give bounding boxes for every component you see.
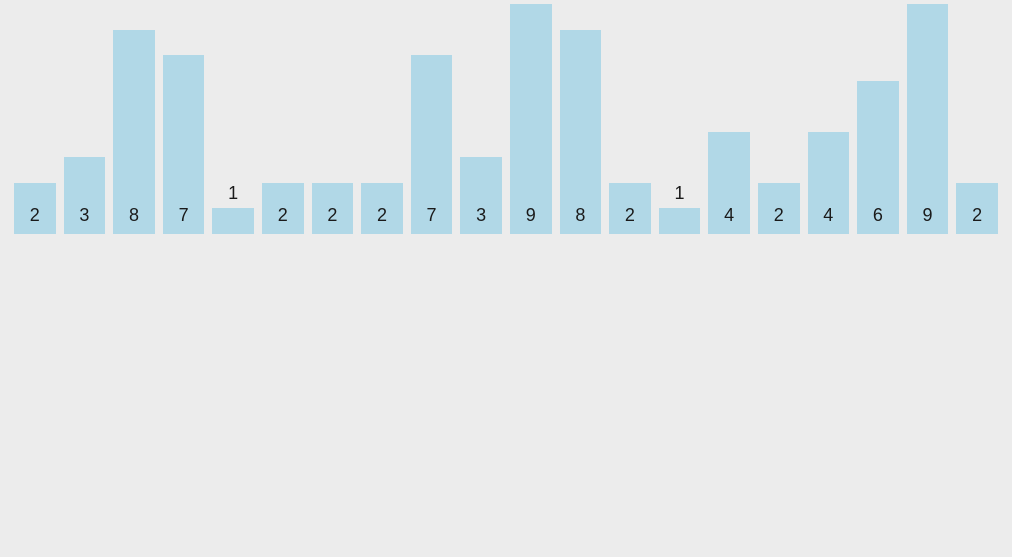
- bar-value-label: 3: [64, 205, 106, 226]
- bar: 4: [708, 132, 750, 234]
- bar-value-label: 2: [312, 205, 354, 226]
- bar-value-label: 7: [163, 205, 205, 226]
- bar: 7: [411, 55, 453, 234]
- bar-wrapper: 4: [708, 0, 750, 234]
- bar: 3: [64, 157, 106, 234]
- bar: 9: [907, 4, 949, 234]
- bar-value-label: 1: [675, 183, 685, 204]
- bar-value-label: 9: [510, 205, 552, 226]
- bar: 2: [758, 183, 800, 234]
- bar: 4: [808, 132, 850, 234]
- bar-value-label: 2: [758, 205, 800, 226]
- bar-value-label: 2: [361, 205, 403, 226]
- bar: [659, 208, 701, 234]
- bar-wrapper: 7: [411, 0, 453, 234]
- bar-value-label: 8: [560, 205, 602, 226]
- bar-value-label: 2: [14, 205, 56, 226]
- bar-wrapper: 7: [163, 0, 205, 234]
- bar-value-label: 4: [808, 205, 850, 226]
- bar: 2: [956, 183, 998, 234]
- bar: 2: [14, 183, 56, 234]
- bar: [212, 208, 254, 234]
- bar-wrapper: 2: [361, 0, 403, 234]
- bar-chart: 23871222739821424692: [0, 0, 1012, 234]
- bar-wrapper: 1: [212, 0, 254, 234]
- bar-value-label: 2: [956, 205, 998, 226]
- bar: 3: [460, 157, 502, 234]
- bar-value-label: 4: [708, 205, 750, 226]
- bar-value-label: 9: [907, 205, 949, 226]
- bar: 9: [510, 4, 552, 234]
- bar-wrapper: 4: [808, 0, 850, 234]
- bar-wrapper: 3: [64, 0, 106, 234]
- bar-wrapper: 2: [956, 0, 998, 234]
- bar-wrapper: 2: [758, 0, 800, 234]
- bar: 2: [361, 183, 403, 234]
- bar: 2: [262, 183, 304, 234]
- bar: 2: [312, 183, 354, 234]
- bar-value-label: 8: [113, 205, 155, 226]
- bar-value-label: 7: [411, 205, 453, 226]
- bar: 2: [609, 183, 651, 234]
- bar-wrapper: 9: [907, 0, 949, 234]
- bar-wrapper: 2: [312, 0, 354, 234]
- bar-wrapper: 8: [113, 0, 155, 234]
- bar-wrapper: 2: [262, 0, 304, 234]
- bar-value-label: 1: [228, 183, 238, 204]
- bar-wrapper: 3: [460, 0, 502, 234]
- bar-value-label: 2: [262, 205, 304, 226]
- bar-value-label: 3: [460, 205, 502, 226]
- bar: 6: [857, 81, 899, 234]
- bar-wrapper: 2: [14, 0, 56, 234]
- bar-value-label: 2: [609, 205, 651, 226]
- bar: 7: [163, 55, 205, 234]
- bar: 8: [113, 30, 155, 234]
- bar-value-label: 6: [857, 205, 899, 226]
- bar-wrapper: 9: [510, 0, 552, 234]
- bar-wrapper: 8: [560, 0, 602, 234]
- bar-wrapper: 6: [857, 0, 899, 234]
- bar-wrapper: 1: [659, 0, 701, 234]
- bar: 8: [560, 30, 602, 234]
- bar-wrapper: 2: [609, 0, 651, 234]
